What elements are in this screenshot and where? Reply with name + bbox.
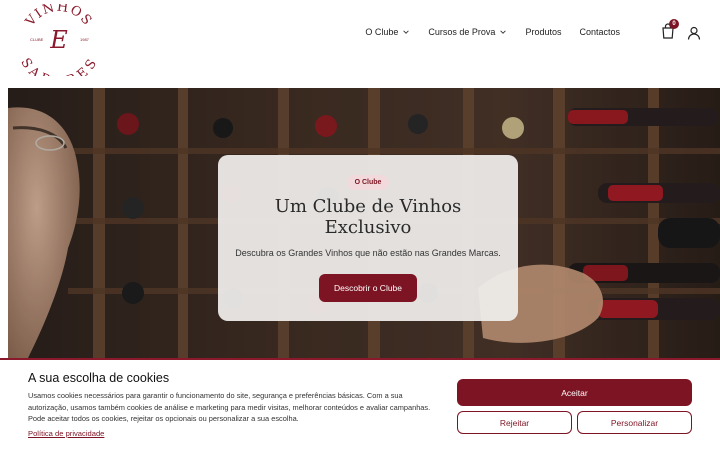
accept-cookies-button[interactable]: Aceitar [457,379,692,406]
user-account-icon[interactable] [687,26,701,40]
cookie-title: A sua escolha de cookies [28,371,170,385]
nav-item-produtos[interactable]: Produtos [525,27,561,37]
reject-cookies-button[interactable]: Rejeitar [457,411,572,434]
chevron-down-icon [500,30,507,34]
svg-text:SABORES: SABORES [18,56,100,76]
nav-item-cursos-de-prova[interactable]: Cursos de Prova [428,27,507,37]
nav-item-label: Cursos de Prova [428,27,496,37]
logo-bottom-text: SABORES [18,56,99,76]
nav-item-label: Produtos [525,27,562,37]
cookie-consent-banner: A sua escolha de cookies Usamos cookies … [0,358,720,450]
nav-item-label: Contactos [579,27,620,37]
site-header: VINHOS SABORES E CLUBE 1987 O Clube Curs… [0,0,720,88]
main-nav: O Clube Cursos de Prova Produtos Contact… [365,27,620,37]
chevron-down-icon [403,30,410,34]
discover-club-button[interactable]: Descobrir o Clube [318,274,418,302]
nav-item-label: O Clube [365,27,399,37]
privacy-policy-link[interactable]: Política de privacidade [28,429,104,438]
logo-right-small: 1987 [80,37,90,42]
hero-card: O Clube Um Clube de Vinhos Exclusivo Des… [218,155,518,321]
cart-count-badge: 0 [669,19,679,29]
logo-letter: E [49,26,68,54]
cookie-description: Usamos cookies necessários para garantir… [28,391,431,423]
vinhos-e-sabores-logo[interactable]: VINHOS SABORES E CLUBE 1987 [18,4,100,76]
logo-left-small: CLUBE [30,37,44,42]
hero-subtitle: Descubra os Grandes Vinhos que não estão… [235,248,501,258]
hero-title: Um Clube de Vinhos Exclusivo [274,196,462,238]
customize-cookies-button[interactable]: Personalizar [577,411,692,434]
nav-item-o-clube[interactable]: O Clube [365,27,410,37]
nav-item-contactos[interactable]: Contactos [579,27,620,37]
section-pill: O Clube [346,175,390,190]
